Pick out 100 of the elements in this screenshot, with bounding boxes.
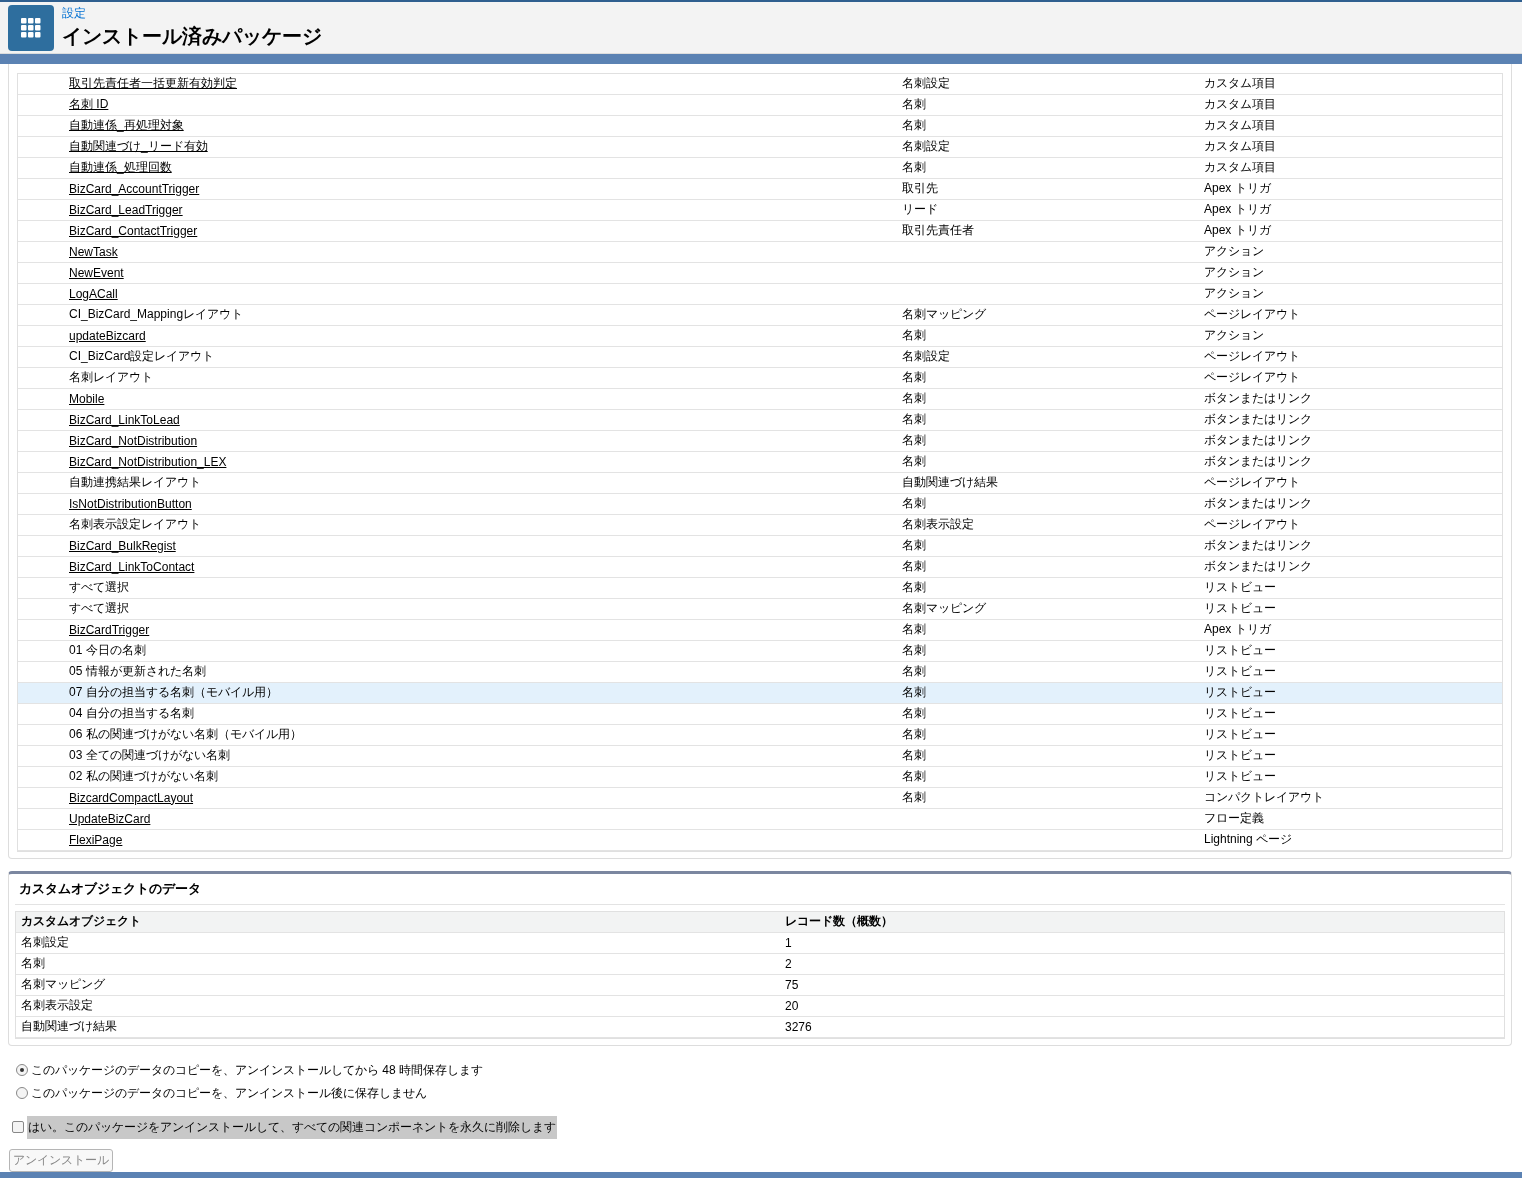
type-cell: アクション: [1204, 243, 1264, 261]
type-cell: リストビュー: [1204, 579, 1276, 597]
object-cell: 名刺: [902, 369, 926, 387]
section-title: カスタムオブジェクトのデータ: [15, 873, 1505, 905]
count-cell-text: 20: [784, 998, 799, 1013]
type-cell: リストビュー: [1204, 600, 1276, 618]
checkbox-label: はい。このパッケージをアンインストールして、すべての関連コンポーネントを永久に削除します: [27, 1115, 557, 1139]
type-cell: ページレイアウト: [1204, 306, 1300, 324]
component-name: 05 情報が更新された名刺: [68, 663, 206, 681]
component-name: すべて選択: [68, 579, 129, 597]
object-cell: 名刺: [902, 684, 926, 702]
radio-button[interactable]: [16, 1087, 28, 1100]
component-link[interactable]: BizCard_NotDistribution_LEX: [18, 454, 227, 469]
type-cell: ボタンまたはリンク: [1204, 495, 1312, 513]
component-link[interactable]: BizCardTrigger: [18, 622, 150, 637]
component-link[interactable]: 取引先責任者一括更新有効判定: [18, 75, 237, 93]
object-cell: 名刺設定: [902, 348, 950, 366]
app-launcher-icon[interactable]: [8, 4, 54, 51]
count-cell-text: 75: [784, 977, 799, 992]
component-name: CI_BizCard_Mappingレイアウト: [68, 306, 244, 324]
object-cell: 名刺: [902, 663, 926, 681]
type-cell: ボタンまたはリンク: [1204, 453, 1312, 471]
component-name: 07 自分の担当する名刺（モバイル用）: [68, 684, 278, 702]
component-link[interactable]: BizCard_ContactTrigger: [18, 223, 198, 238]
component-link[interactable]: Mobile: [18, 391, 105, 406]
type-cell: ページレイアウト: [1204, 474, 1300, 492]
object-cell: 名刺: [902, 159, 926, 177]
object-cell-text: 自動関連づけ結果: [20, 1018, 117, 1036]
radio-button[interactable]: [16, 1064, 28, 1077]
object-cell-text: 名刺マッピング: [20, 976, 105, 994]
type-cell: リストビュー: [1204, 768, 1276, 786]
type-cell: フロー定義: [1204, 810, 1264, 828]
type-cell: ページレイアウト: [1204, 369, 1300, 387]
component-link[interactable]: 自動関連づけ_リード有効: [18, 138, 208, 156]
component-link[interactable]: NewTask: [18, 244, 118, 259]
component-name: 自動連携結果レイアウト: [68, 474, 201, 492]
component-link[interactable]: 名刺 ID: [18, 96, 109, 114]
component-link[interactable]: IsNotDistributionButton: [18, 496, 192, 511]
object-cell: 名刺: [902, 411, 926, 429]
component-link[interactable]: 自動連係_処理回数: [18, 159, 172, 177]
object-cell: 名刺: [902, 558, 926, 576]
object-cell: 名刺: [902, 726, 926, 744]
component-name: 名刺表示設定レイアウト: [68, 516, 201, 534]
type-cell: アクション: [1204, 264, 1264, 282]
type-cell: カスタム項目: [1204, 159, 1276, 177]
type-cell: リストビュー: [1204, 705, 1276, 723]
object-cell: 名刺: [902, 432, 926, 450]
object-cell: 名刺: [902, 579, 926, 597]
checkbox[interactable]: [12, 1121, 24, 1134]
component-link[interactable]: 自動連係_再処理対象: [18, 117, 184, 135]
type-cell: リストビュー: [1204, 747, 1276, 765]
object-cell: 名刺: [902, 537, 926, 555]
breadcrumb-link[interactable]: 設定: [62, 5, 322, 22]
component-link[interactable]: LogACall: [18, 286, 118, 301]
type-cell: コンパクトレイアウト: [1204, 789, 1324, 807]
component-link[interactable]: BizcardCompactLayout: [18, 790, 194, 805]
type-cell: カスタム項目: [1204, 75, 1276, 93]
radio-label: このパッケージのデータのコピーを、アンインストールしてから 48 時間保存します: [31, 1061, 483, 1079]
component-link[interactable]: BizCard_LeadTrigger: [18, 202, 183, 217]
object-cell: 名刺表示設定: [902, 516, 974, 534]
component-link[interactable]: BizCard_NotDistribution: [18, 433, 198, 448]
type-cell: リストビュー: [1204, 663, 1276, 681]
object-cell: 名刺: [902, 453, 926, 471]
component-name: 01 今日の名刺: [68, 642, 146, 660]
type-cell: カスタム項目: [1204, 138, 1276, 156]
component-link[interactable]: BizCard_LinkToLead: [18, 412, 180, 427]
type-cell: アクション: [1204, 285, 1264, 303]
component-link[interactable]: BizCard_AccountTrigger: [18, 181, 200, 196]
count-cell-text: 1: [784, 935, 792, 950]
object-cell: 名刺: [902, 327, 926, 345]
component-link[interactable]: BizCard_LinkToContact: [18, 559, 195, 574]
component-link[interactable]: NewEvent: [18, 265, 124, 280]
object-cell: 取引先: [902, 180, 938, 198]
type-cell: ボタンまたはリンク: [1204, 432, 1312, 450]
object-cell: 名刺: [902, 390, 926, 408]
type-cell: ボタンまたはリンク: [1204, 558, 1312, 576]
object-cell: 名刺設定: [902, 138, 950, 156]
type-cell: Apex トリガ: [1204, 180, 1271, 198]
type-cell: Apex トリガ: [1204, 621, 1271, 639]
component-name: 02 私の関連づけがない名刺: [68, 768, 218, 786]
object-cell: 名刺: [902, 621, 926, 639]
component-link[interactable]: updateBizcard: [18, 328, 146, 343]
type-cell: Apex トリガ: [1204, 201, 1271, 219]
radio-label: このパッケージのデータのコピーを、アンインストール後に保存しません: [31, 1084, 427, 1102]
object-cell: 名刺: [902, 642, 926, 660]
object-cell: 名刺: [902, 705, 926, 723]
object-cell: 名刺マッピング: [902, 600, 986, 618]
type-cell: ボタンまたはリンク: [1204, 411, 1312, 429]
object-cell: 名刺: [902, 768, 926, 786]
type-cell: リストビュー: [1204, 684, 1276, 702]
component-link[interactable]: UpdateBizCard: [18, 811, 151, 826]
object-cell: 名刺: [902, 96, 926, 114]
object-cell-text: 名刺表示設定: [20, 997, 93, 1015]
component-name: 04 自分の担当する名刺: [68, 705, 194, 723]
component-name: 06 私の関連づけがない名刺（モバイル用）: [68, 726, 302, 744]
component-link[interactable]: BizCard_BulkRegist: [18, 538, 176, 553]
component-link[interactable]: FlexiPage: [18, 832, 123, 847]
type-cell: カスタム項目: [1204, 117, 1276, 135]
type-cell: リストビュー: [1204, 642, 1276, 660]
page-title: インストール済みパッケージ: [62, 24, 322, 49]
